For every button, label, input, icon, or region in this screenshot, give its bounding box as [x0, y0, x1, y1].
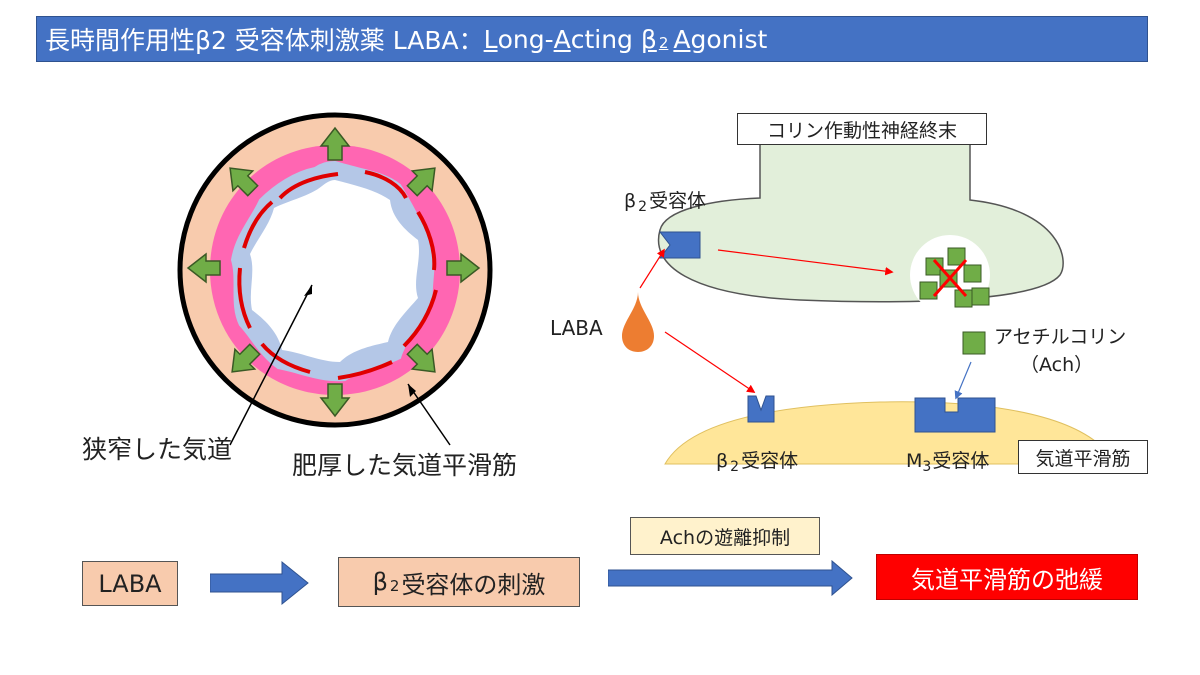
flow-arrow-2 [608, 560, 853, 596]
title-cting: cting [570, 24, 641, 54]
laba-to-smooth-beta2-arrow [664, 331, 756, 393]
title-ong: ong- [497, 24, 554, 54]
flow-beta2-box: β 2 受容体の刺激 [338, 557, 580, 607]
title-gonist: gonist [690, 24, 768, 54]
ach-molecule [962, 331, 986, 355]
nerve-terminal-label: コリン作動性神経終末 [737, 113, 987, 145]
slide: 長時間作用性β2 受容体刺激薬 LABA： L ong- A cting β 2… [0, 0, 1200, 675]
smooth-beta2-sub: 2 [730, 459, 740, 475]
laba-drop [622, 292, 654, 352]
laba-to-nerve-beta2-arrow [639, 248, 665, 289]
flow-beta2-sub: 2 [389, 577, 400, 595]
title-letter-l: L [483, 24, 498, 54]
title-bar: 長時間作用性β2 受容体刺激薬 LABA： L ong- A cting β 2… [36, 16, 1148, 62]
m3-prefix: M [906, 450, 923, 472]
flow-arrow-1 [210, 560, 309, 606]
thick-muscle-label: 肥厚した気道平滑筋 [292, 451, 518, 480]
nerve-beta2-prefix: β [624, 190, 637, 212]
title-main: 長時間作用性β2 受容体刺激薬 LABA： [45, 26, 484, 55]
flow-beta2-suffix: 受容体の刺激 [401, 570, 546, 599]
narrow-airway-label: 狭窄した気道 [82, 435, 233, 464]
nerve-beta2-suffix: 受容体 [649, 190, 707, 212]
flow-result-box: 気道平滑筋の弛緩 [876, 554, 1138, 600]
m3-label: M3受容体 [906, 446, 990, 475]
nerve-terminal [657, 129, 1064, 303]
nerve-beta2-label: β 2 受容体 [624, 186, 707, 215]
m3-suffix: 受容体 [932, 450, 990, 472]
flow-laba-box: LABA [82, 561, 178, 606]
nerve-beta2-sub: 2 [638, 199, 648, 215]
smooth-beta2-suffix: 受容体 [741, 450, 799, 472]
smooth-beta2-prefix: β [716, 450, 729, 472]
title-letter-a: A [553, 24, 571, 54]
flow-beta2-prefix: β [372, 568, 388, 596]
smooth-beta2-label: β 2 受容体 [716, 446, 799, 475]
title-beta: β [640, 24, 657, 54]
laba-label: LABA [550, 316, 603, 340]
airway-cross-section [177, 112, 493, 446]
smooth-beta2-receptor [747, 395, 775, 423]
ach-label-line2: （Ach） [1020, 354, 1094, 376]
ach-label-line1: アセチルコリン [994, 326, 1127, 348]
ach-to-m3-arrow [954, 361, 972, 400]
title-letter-a2: A [673, 24, 691, 54]
smooth-muscle-label: 気道平滑筋 [1018, 440, 1148, 474]
flow-ach-inhibit-box: Achの遊離抑制 [630, 517, 820, 555]
title-beta-sub: 2 [658, 34, 669, 52]
m3-sub: 3 [922, 459, 932, 475]
mechanism-diagram [622, 129, 1101, 465]
